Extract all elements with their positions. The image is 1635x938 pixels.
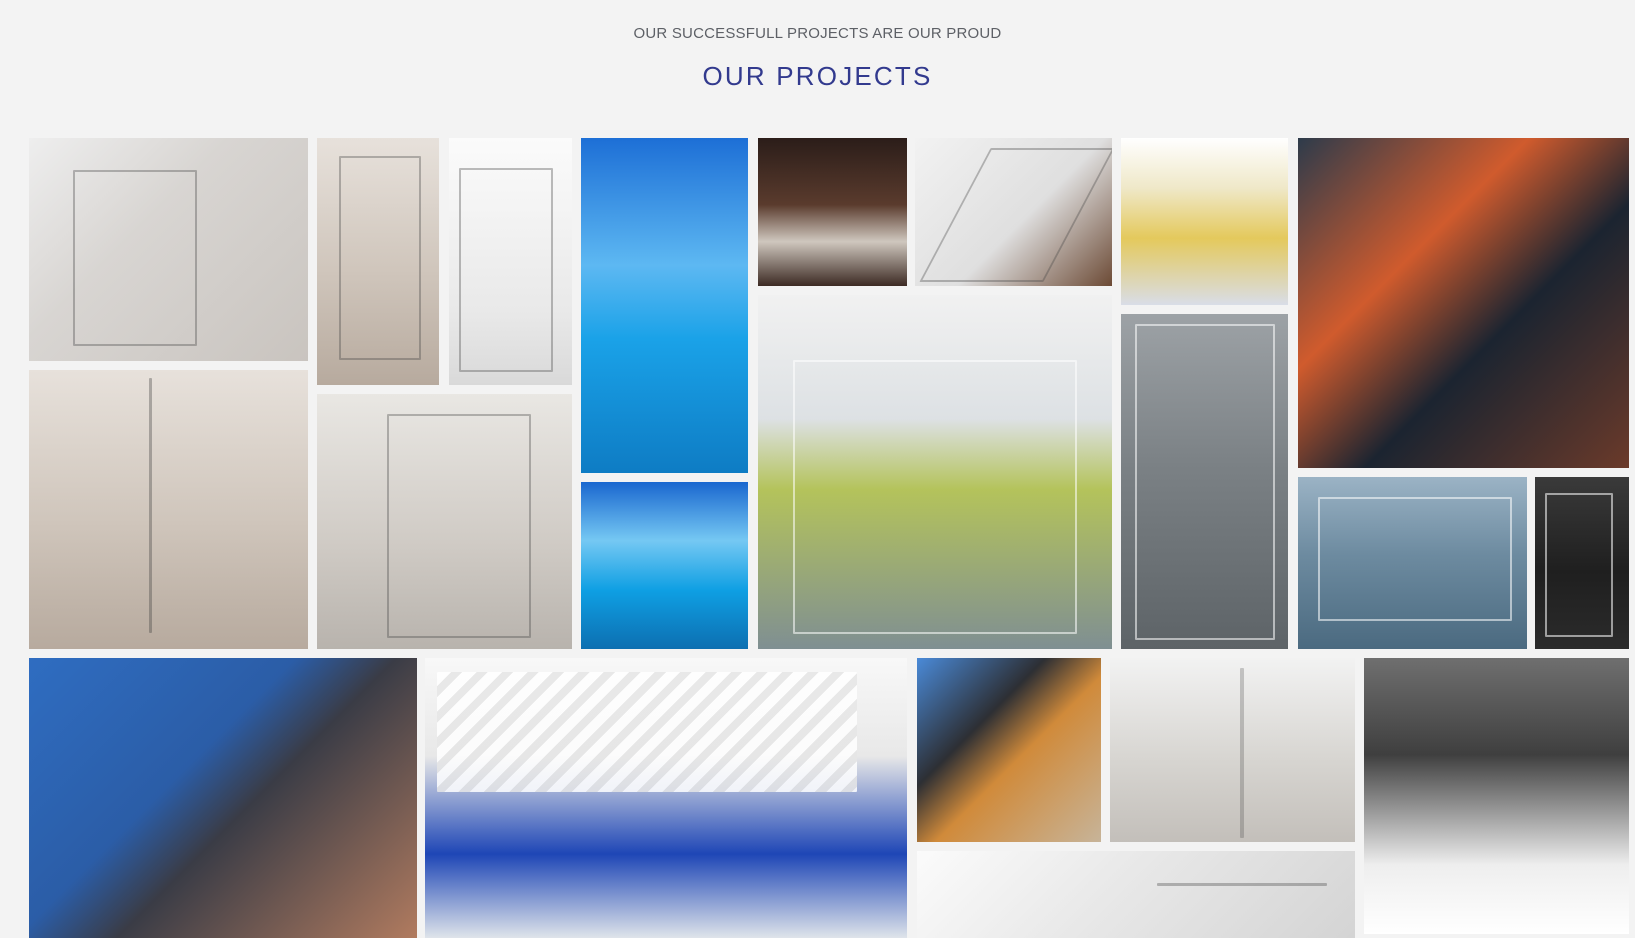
gallery-tile-7[interactable]: [1298, 138, 1629, 468]
glass-edge: [1240, 668, 1244, 838]
gallery-tile-12[interactable]: [1121, 314, 1288, 649]
gallery-tile-17[interactable]: [917, 658, 1101, 842]
glass-frame: [339, 156, 421, 360]
gallery-tile-3[interactable]: [581, 138, 748, 473]
photo: [1298, 138, 1629, 468]
gallery-tile-15[interactable]: [29, 658, 417, 938]
glass-frame: [73, 170, 197, 346]
section-title: OUR PROJECTS: [702, 61, 933, 91]
glass-frame: [387, 414, 531, 638]
glass-frame: [459, 168, 553, 372]
gallery-tile-9[interactable]: [317, 394, 572, 649]
photo: [29, 658, 417, 938]
photo: [29, 370, 308, 649]
photo: [1364, 658, 1629, 934]
gallery-tile-2[interactable]: [449, 138, 572, 385]
section-subtitle: OUR SUCCESSFULL PROJECTS ARE OUR PROUD: [633, 25, 1002, 42]
photo: [581, 482, 748, 649]
glass-rail: [1157, 883, 1327, 886]
photo: [917, 658, 1101, 842]
photo: [758, 138, 907, 286]
gallery-tile-6[interactable]: [1121, 138, 1288, 305]
gallery-tile-1[interactable]: [317, 138, 439, 385]
gallery-tile-14[interactable]: [1535, 477, 1629, 649]
gallery-tile-16[interactable]: [425, 658, 907, 938]
photo: [1121, 138, 1288, 305]
glass-frame: [1545, 493, 1613, 637]
gallery-tile-11[interactable]: [758, 295, 1112, 649]
glass-door-frame: [1135, 324, 1275, 640]
photo: [917, 851, 1355, 938]
glass-edge: [149, 378, 152, 633]
gallery-tile-13[interactable]: [1298, 477, 1527, 649]
gallery-tile-5[interactable]: [915, 138, 1112, 286]
gallery-tile-10[interactable]: [581, 482, 748, 649]
glass-wall-frame: [793, 360, 1077, 634]
gallery-tile-8[interactable]: [29, 370, 308, 649]
gallery-tile-20[interactable]: [917, 851, 1355, 938]
gallery-tile-18[interactable]: [1110, 658, 1355, 842]
gallery-tile-0[interactable]: [29, 138, 308, 361]
pergola-slats: [437, 672, 857, 792]
facade-grid: [1318, 497, 1512, 621]
photo: [581, 138, 748, 473]
gallery-tile-4[interactable]: [758, 138, 907, 286]
gallery-tile-19[interactable]: [1364, 658, 1629, 934]
photo: [1110, 658, 1355, 842]
